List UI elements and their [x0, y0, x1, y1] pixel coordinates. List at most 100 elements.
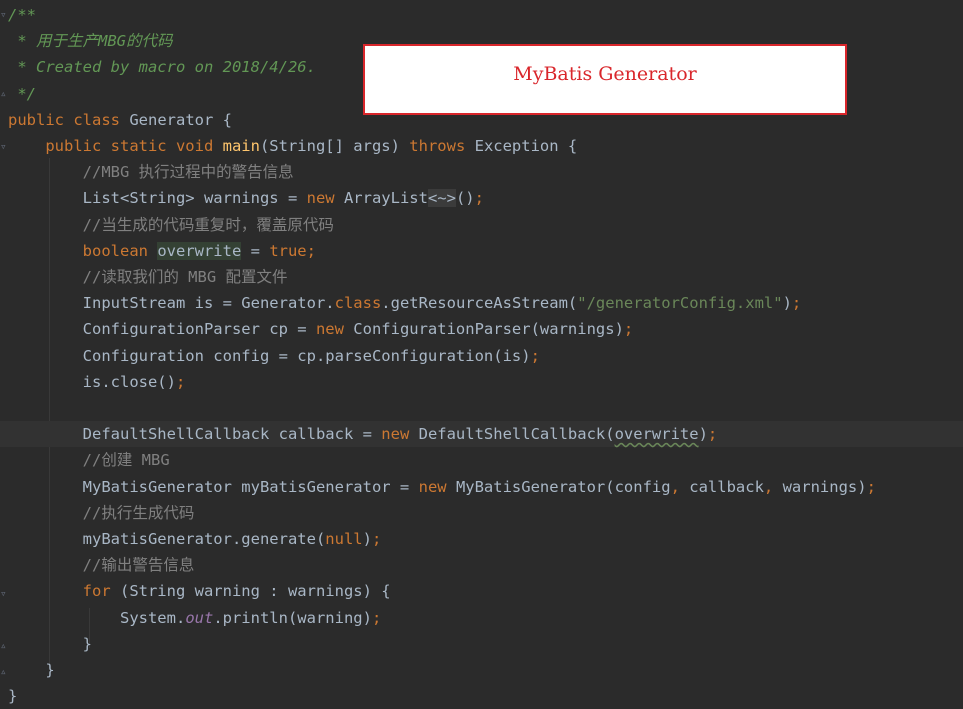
- code-token: //执行生成代码: [82, 503, 195, 522]
- code-token: */: [8, 84, 36, 103]
- code-line[interactable]: //当生成的代码重复时，覆盖原代码: [0, 212, 963, 238]
- code-text: Configuration config = cp.parseConfigura…: [8, 343, 540, 369]
- code-line[interactable]: public static void main(String[] args) t…: [0, 133, 963, 159]
- code-token: new: [418, 477, 456, 496]
- code-text: public class Generator {: [8, 107, 232, 133]
- code-token: DefaultShellCallback callback =: [8, 425, 382, 444]
- code-token: ,: [763, 477, 783, 496]
- code-token: .getResourceAsStream(: [381, 294, 578, 313]
- code-text: MyBatisGenerator myBatisGenerator = new …: [8, 474, 876, 500]
- code-line[interactable]: //读取我们的 MBG 配置文件: [0, 264, 963, 290]
- code-line[interactable]: //创建 MBG: [0, 447, 963, 473]
- code-text: //创建 MBG: [8, 447, 170, 473]
- code-token: throws: [409, 137, 475, 155]
- code-token: ,: [670, 477, 690, 496]
- code-token: ): [698, 425, 708, 444]
- code-line[interactable]: is.close();: [0, 369, 963, 395]
- code-line[interactable]: [0, 395, 963, 421]
- code-token: ;: [371, 608, 382, 627]
- code-token: ): [362, 530, 372, 548]
- code-token: null: [325, 530, 363, 548]
- code-line[interactable]: }: [0, 683, 963, 709]
- code-token: //输出警告信息: [82, 556, 195, 575]
- code-text: ConfigurationParser cp = new Configurati…: [8, 316, 634, 342]
- annotation-box: MyBatis Generator: [363, 44, 847, 115]
- code-token: MyBatisGenerator(config: [455, 477, 671, 496]
- code-text: DefaultShellCallback callback = new Defa…: [8, 421, 718, 447]
- code-token: (String[] args): [259, 137, 410, 155]
- code-token: (): [455, 189, 475, 208]
- code-token: //当生成的代码重复时，覆盖原代码: [82, 215, 334, 234]
- code-line[interactable]: for (String warning : warnings) {: [0, 578, 963, 604]
- code-token: boolean: [82, 241, 158, 260]
- code-line[interactable]: }: [0, 657, 963, 683]
- code-token: }: [8, 634, 92, 653]
- code-line[interactable]: ConfigurationParser cp = new Configurati…: [0, 316, 963, 342]
- code-token: <~>: [427, 189, 456, 208]
- code-line[interactable]: DefaultShellCallback callback = new Defa…: [0, 421, 963, 448]
- code-text: public static void main(String[] args) t…: [8, 133, 577, 159]
- code-token: }: [8, 687, 18, 706]
- code-token: ): [782, 294, 792, 313]
- code-token: * 用于生产MBG的代码: [8, 32, 173, 51]
- code-line[interactable]: List<String> warnings = new ArrayList<~>…: [0, 185, 963, 211]
- code-token: new: [381, 425, 419, 444]
- code-text: * Created by macro on 2018/4/26.: [8, 54, 316, 80]
- code-text: }: [8, 631, 92, 657]
- code-text: is.close();: [8, 369, 186, 395]
- code-text: /**: [8, 2, 36, 28]
- code-token: //读取我们的 MBG 配置文件: [82, 268, 288, 286]
- code-line[interactable]: MyBatisGenerator myBatisGenerator = new …: [0, 474, 963, 500]
- code-line[interactable]: /**: [0, 2, 963, 28]
- code-token: ;: [175, 372, 186, 391]
- code-text: }: [8, 657, 54, 683]
- code-token: warnings): [782, 477, 867, 496]
- code-line[interactable]: //MBG 执行过程中的警告信息: [0, 159, 963, 185]
- code-token: .println(warning): [213, 608, 372, 627]
- code-token: ConfigurationParser cp =: [8, 320, 316, 339]
- code-token: is.close(): [8, 372, 176, 391]
- code-line[interactable]: InputStream is = Generator.class.getReso…: [0, 290, 963, 316]
- code-token: ;: [474, 189, 484, 208]
- code-line[interactable]: Configuration config = cp.parseConfigura…: [0, 343, 963, 369]
- code-token: //MBG 执行过程中的警告信息: [82, 163, 294, 182]
- code-token: * Created by macro on 2018/4/26.: [8, 58, 316, 77]
- code-line[interactable]: //执行生成代码: [0, 500, 963, 526]
- code-line[interactable]: System.out.println(warning);: [0, 605, 963, 631]
- code-text: //输出警告信息: [8, 552, 195, 578]
- code-token: class: [334, 294, 382, 313]
- code-text: List<String> warnings = new ArrayList<~>…: [8, 185, 484, 211]
- code-token: "/generatorConfig.xml": [577, 294, 783, 313]
- code-token: myBatisGenerator.generate(: [8, 530, 326, 548]
- code-token: Configuration config = cp.parseConfigura…: [8, 346, 531, 365]
- code-token: public class: [8, 110, 130, 129]
- code-token: ArrayList: [343, 189, 428, 208]
- code-token: ConfigurationParser(warnings): [353, 320, 624, 339]
- code-token: InputStream is = Generator.: [8, 294, 335, 313]
- code-token: Exception {: [474, 137, 578, 155]
- code-text: myBatisGenerator.generate(null);: [8, 526, 382, 552]
- code-token: ;: [623, 320, 634, 339]
- code-line[interactable]: //输出警告信息: [0, 552, 963, 578]
- code-token: ;: [866, 477, 876, 496]
- code-line[interactable]: }: [0, 631, 963, 657]
- code-token: DefaultShellCallback(: [418, 425, 615, 444]
- annotation-label: MyBatis Generator: [513, 62, 697, 85]
- code-token: ;: [707, 425, 718, 444]
- code-text: }: [8, 683, 17, 709]
- code-line[interactable]: myBatisGenerator.generate(null);: [0, 526, 963, 552]
- code-text: //执行生成代码: [8, 500, 195, 526]
- code-token: callback: [689, 477, 764, 496]
- code-token: new: [306, 189, 344, 208]
- code-line[interactable]: boolean overwrite = true;: [0, 238, 963, 264]
- code-token: out: [185, 608, 214, 627]
- code-text: //读取我们的 MBG 配置文件: [8, 264, 288, 290]
- code-token: public static void: [45, 137, 223, 155]
